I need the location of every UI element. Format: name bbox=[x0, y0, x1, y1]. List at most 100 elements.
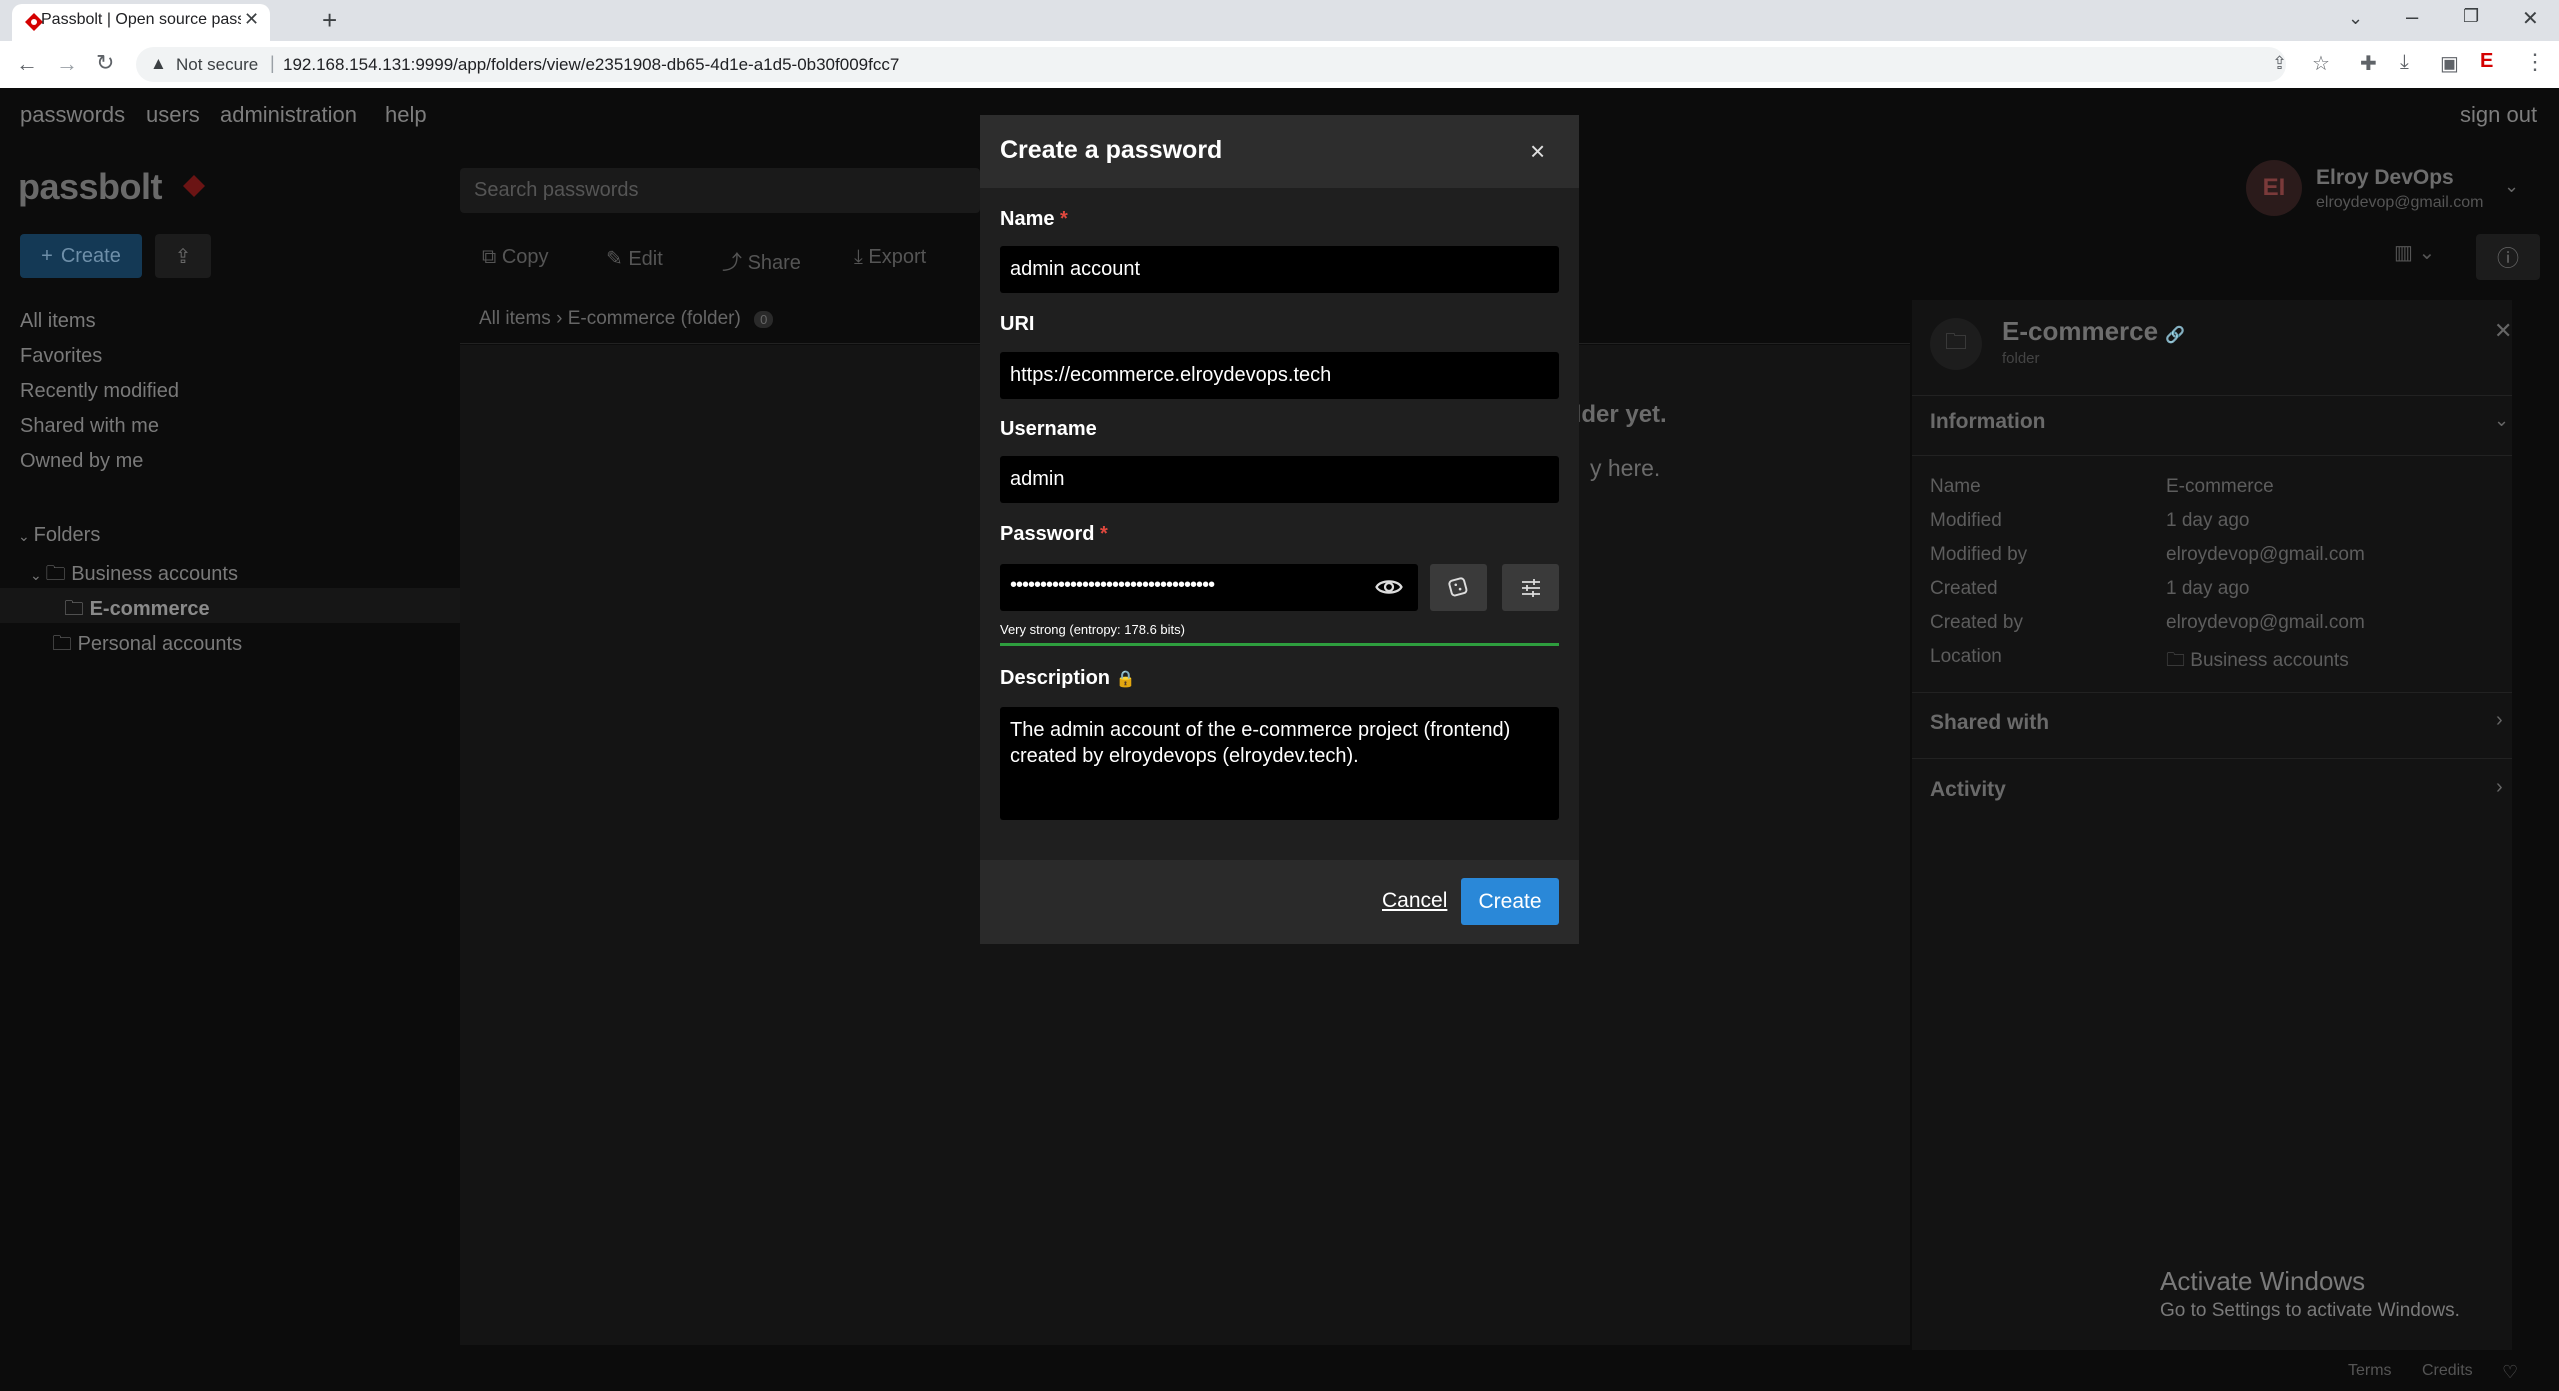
bookmark-star-icon[interactable]: ☆ bbox=[2312, 51, 2330, 76]
footer-terms-link[interactable]: Terms bbox=[2348, 1362, 2392, 1380]
chevron-down-icon[interactable]: ⌄ bbox=[2494, 410, 2509, 431]
nav-passwords[interactable]: passwords bbox=[20, 102, 125, 128]
cancel-button[interactable]: Cancel bbox=[1382, 889, 1447, 913]
info-value: elroydevop@gmail.com bbox=[2166, 612, 2365, 633]
footer-credits-link[interactable]: Credits bbox=[2422, 1362, 2473, 1380]
breadcrumb: All items › E-commerce (folder) 0 bbox=[479, 308, 774, 330]
forward-icon[interactable]: → bbox=[56, 51, 78, 77]
new-tab-icon[interactable]: + bbox=[322, 5, 337, 36]
passbolt-logo-icon bbox=[183, 175, 205, 197]
user-email: elroydevop@gmail.com bbox=[2316, 194, 2484, 211]
dialog-close-icon[interactable]: × bbox=[1530, 136, 1545, 167]
details-close-icon[interactable]: ✕ bbox=[2494, 318, 2512, 344]
sidepanel-icon[interactable]: ▣ bbox=[2440, 51, 2459, 76]
download-icon[interactable]: ⤓ bbox=[2400, 51, 2409, 74]
restore-icon[interactable]: ❐ bbox=[2463, 6, 2479, 27]
name-field[interactable]: admin account bbox=[1000, 246, 1559, 293]
share-label: Share bbox=[747, 252, 801, 274]
nav-administration[interactable]: administration bbox=[220, 102, 357, 128]
filter-shared-with-me[interactable]: Shared with me bbox=[20, 415, 159, 438]
shared-with-section-header[interactable]: Shared with bbox=[1930, 711, 2049, 735]
info-value: E-commerce bbox=[2166, 476, 2274, 497]
filter-recently-modified[interactable]: Recently modified bbox=[20, 380, 179, 403]
profile-icon[interactable]: E bbox=[2480, 50, 2493, 73]
edit-button[interactable]: ✎ Edit bbox=[606, 246, 663, 271]
filter-favorites[interactable]: Favorites bbox=[20, 345, 102, 368]
reload-icon[interactable]: ↻ bbox=[96, 50, 114, 76]
plus-icon: + bbox=[41, 244, 53, 267]
eye-icon[interactable] bbox=[1374, 572, 1404, 602]
password-settings-button[interactable] bbox=[1502, 564, 1559, 611]
breadcrumb-root[interactable]: All items bbox=[479, 308, 551, 329]
divider bbox=[1912, 455, 2512, 456]
details-title: E-commerce 🔗 bbox=[2002, 316, 2185, 347]
folder-label: E-commerce bbox=[89, 598, 210, 620]
chevron-down-icon: ⌄ bbox=[30, 567, 46, 583]
password-label-text: Password bbox=[1000, 523, 1095, 545]
info-toggle-button[interactable]: ⓘ bbox=[2476, 234, 2540, 280]
dice-icon bbox=[1447, 576, 1467, 596]
info-label: Modified bbox=[1930, 510, 2002, 531]
username-field[interactable]: admin bbox=[1000, 456, 1559, 503]
share-icon: ⤴ bbox=[722, 252, 748, 274]
columns-button[interactable]: ▥ ⌄ bbox=[2394, 240, 2450, 276]
folder-e-commerce[interactable]: 🗀 E-commerce bbox=[64, 594, 210, 628]
generate-password-button[interactable] bbox=[1430, 564, 1487, 611]
link-icon[interactable]: 🔗 bbox=[2165, 327, 2185, 344]
export-button[interactable]: ⤓ Export bbox=[854, 246, 926, 269]
tab-close-icon[interactable]: ✕ bbox=[244, 9, 259, 30]
nav-users[interactable]: users bbox=[146, 102, 200, 128]
nav-sign-out[interactable]: sign out bbox=[2460, 102, 2537, 128]
avatar[interactable]: EI bbox=[2246, 160, 2302, 216]
export-label: Export bbox=[868, 246, 927, 268]
import-button[interactable]: ⇪ bbox=[155, 234, 211, 278]
copy-button[interactable]: ⧉ Copy bbox=[482, 246, 549, 269]
nav-help[interactable]: help bbox=[385, 102, 427, 128]
minimize-icon[interactable]: – bbox=[2406, 4, 2418, 30]
uri-field[interactable]: https://ecommerce.elroydevops.tech bbox=[1000, 352, 1559, 399]
share-button[interactable]: ⤴ Share bbox=[722, 246, 801, 275]
share-page-icon[interactable]: ⇪ bbox=[2272, 53, 2287, 74]
info-label: Modified by bbox=[1930, 544, 2028, 565]
divider bbox=[1912, 395, 2512, 396]
info-location[interactable]: 🗀 Business accounts bbox=[2166, 646, 2349, 678]
filter-owned-by-me[interactable]: Owned by me bbox=[20, 450, 143, 473]
user-menu-chevron-icon[interactable]: ⌄ bbox=[2504, 176, 2519, 197]
url-divider: | bbox=[270, 53, 275, 73]
tab-search-icon[interactable]: ⌄ bbox=[2348, 8, 2363, 29]
information-section-header[interactable]: Information bbox=[1930, 410, 2046, 434]
tab-title: Passbolt | Open source password manager bbox=[41, 11, 241, 28]
not-secure-label[interactable]: Not secure bbox=[176, 55, 258, 75]
lock-icon: 🔒 bbox=[1115, 671, 1136, 688]
folder-label: Business accounts bbox=[71, 563, 238, 585]
warning-icon[interactable]: ▲ bbox=[150, 54, 167, 74]
browser-menu-icon[interactable]: ⋮ bbox=[2524, 49, 2546, 75]
activity-section-header[interactable]: Activity bbox=[1930, 778, 2006, 802]
url-text[interactable]: 192.168.154.131:9999/app/folders/view/e2… bbox=[283, 55, 899, 75]
info-label: Created bbox=[1930, 578, 1998, 599]
divider bbox=[1912, 692, 2512, 693]
filter-all-items[interactable]: All items bbox=[20, 310, 96, 333]
copy-icon: ⧉ bbox=[482, 246, 502, 268]
sliders-icon bbox=[1521, 578, 1540, 597]
window-close-icon[interactable]: ✕ bbox=[2522, 6, 2539, 31]
required-marker: * bbox=[1060, 208, 1068, 230]
extensions-icon[interactable]: ✚ bbox=[2360, 51, 2377, 76]
create-submit-button[interactable]: Create bbox=[1461, 878, 1559, 925]
location-value: Business accounts bbox=[2190, 650, 2349, 671]
required-marker: * bbox=[1100, 523, 1108, 545]
user-name[interactable]: Elroy DevOps bbox=[2316, 166, 2454, 190]
folder-personal-accounts[interactable]: 🗀 Personal accounts bbox=[52, 629, 242, 663]
description-textarea[interactable]: The admin account of the e-commerce proj… bbox=[1000, 707, 1559, 820]
breadcrumb-current[interactable]: E-commerce (folder) bbox=[568, 308, 741, 329]
password-strength-text: Very strong (entropy: 178.6 bits) bbox=[1000, 622, 1185, 637]
name-label-text: Name bbox=[1000, 208, 1055, 230]
chevron-right-icon[interactable]: › bbox=[2496, 709, 2503, 732]
folder-icon: 🗀 bbox=[52, 633, 78, 655]
back-icon[interactable]: ← bbox=[16, 51, 38, 77]
passbolt-logo: passbolt bbox=[18, 166, 163, 207]
folders-header[interactable]: ⌄ Folders bbox=[18, 524, 100, 547]
divider bbox=[1912, 758, 2512, 759]
chevron-right-icon[interactable]: › bbox=[2496, 776, 2503, 799]
create-button[interactable]: + Create bbox=[20, 234, 142, 278]
